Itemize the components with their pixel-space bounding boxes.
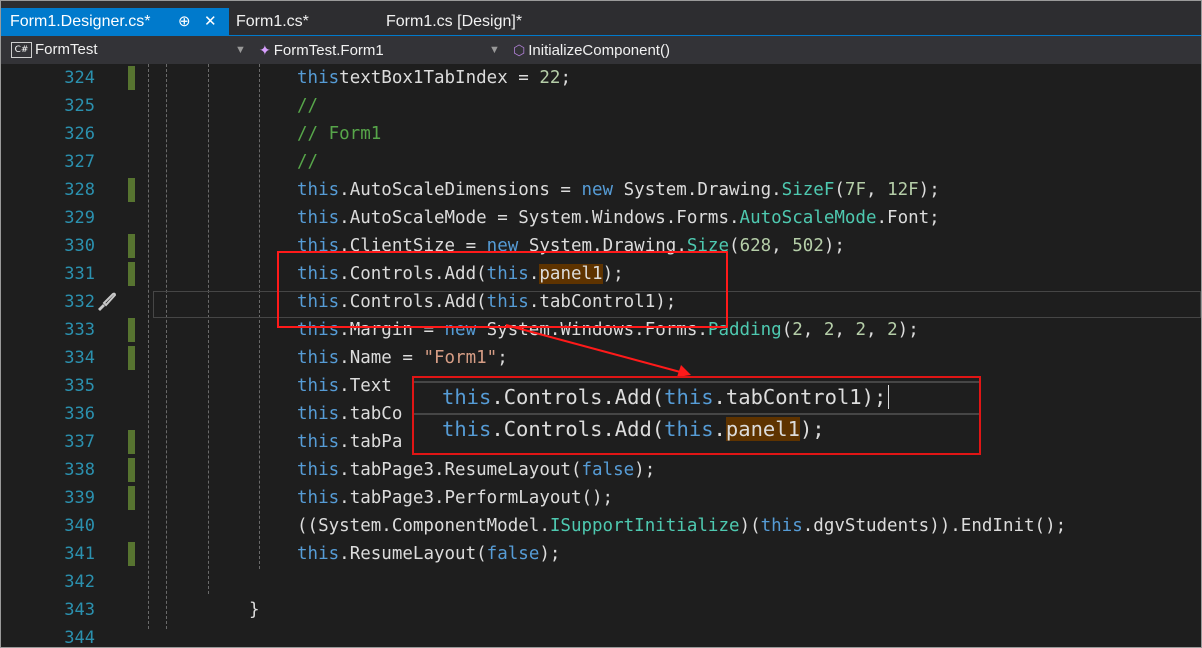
ide-window: Form1.Designer.cs* ⊕ ✕ Form1.cs* Form1.c… [0, 0, 1202, 648]
popup-code-line: this.Controls.Add(this.tabControl1); [442, 381, 890, 413]
annotation-arrow [505, 324, 691, 377]
annotation-box-reordered: this.Controls.Add(this.tabControl1); thi… [412, 376, 981, 455]
reference-highlight: panel1 [725, 417, 800, 441]
popup-code-line: this.Controls.Add(this.panel1); [442, 417, 825, 441]
text-caret [888, 385, 890, 409]
